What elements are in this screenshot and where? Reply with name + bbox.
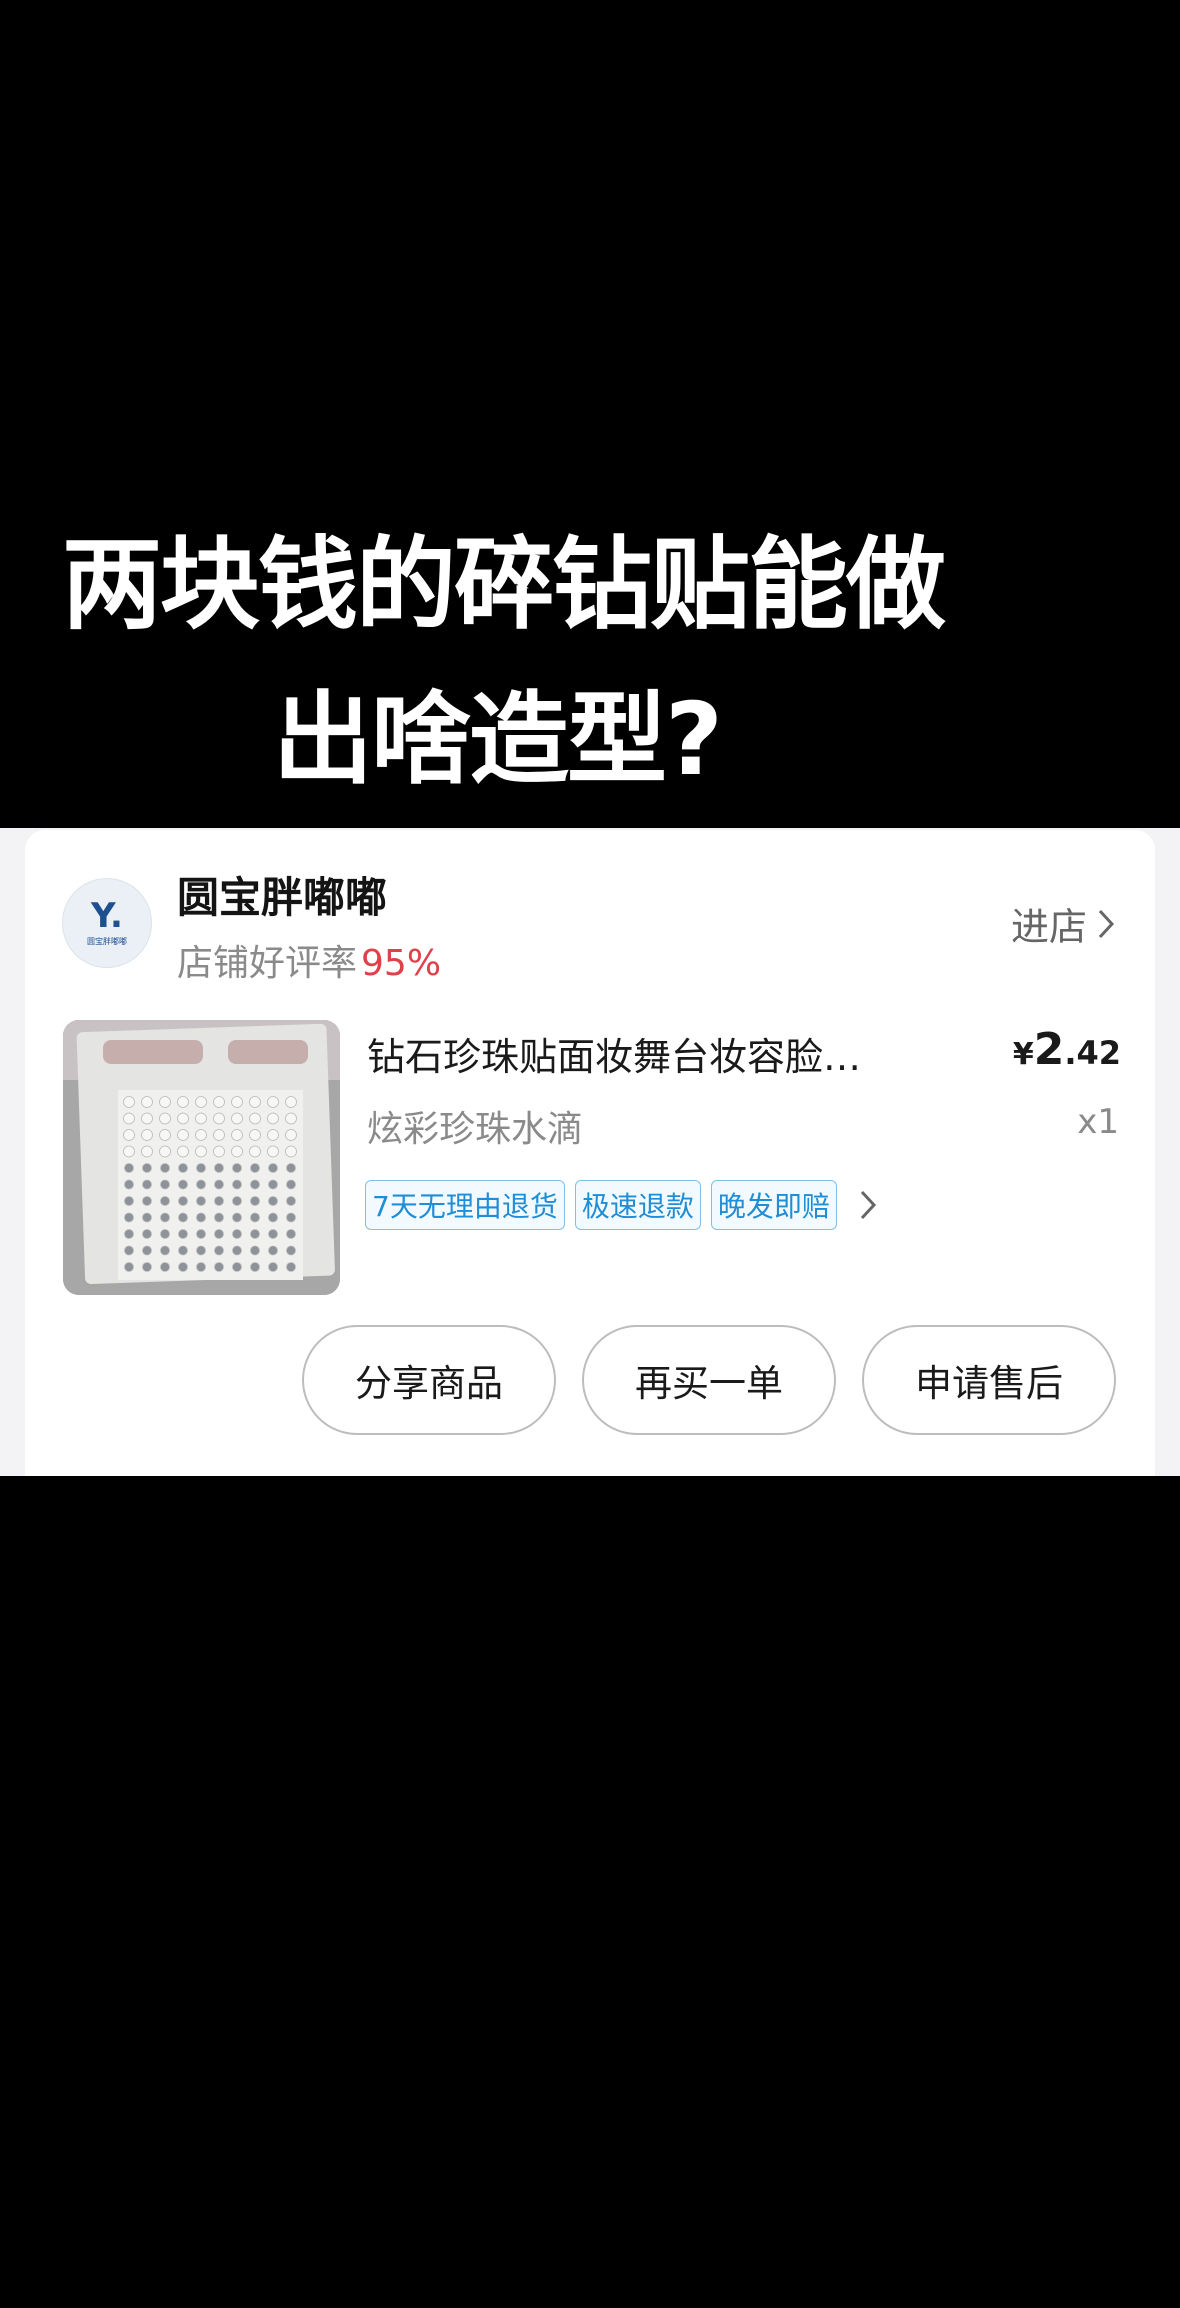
product-price: ¥2.42 <box>1013 1024 1121 1075</box>
after-sale-button[interactable]: 申请售后 <box>862 1325 1116 1435</box>
shop-logo-caption: 圆宝胖嘟嘟 <box>87 937 127 946</box>
product-image[interactable] <box>63 1020 340 1295</box>
tag-7day-return: 7天无理由退货 <box>365 1180 565 1230</box>
headline-line-1: 两块钱的碎钻贴能做 <box>62 526 946 643</box>
rating-value: 95% <box>361 943 442 984</box>
price-symbol: ¥ <box>1012 1037 1034 1072</box>
product-quantity: x1 <box>1077 1102 1119 1142</box>
chevron-right-icon[interactable] <box>859 1189 877 1221</box>
headline-line-2: 出啥造型? <box>273 681 723 798</box>
buy-again-button[interactable]: 再买一单 <box>582 1325 836 1435</box>
tag-fast-refund: 极速退款 <box>574 1180 701 1230</box>
product-variant: 炫彩珍珠水滴 <box>367 1109 584 1150</box>
shop-avatar[interactable]: Y. 圆宝胖嘟嘟 <box>62 878 152 968</box>
visit-shop-button[interactable]: 进店 <box>1011 896 1115 951</box>
service-tags[interactable]: 7天无理由退货 极速退款 晚发即赔 <box>365 1180 877 1230</box>
price-decimal: .42 <box>1064 1034 1121 1072</box>
price-integer: 2 <box>1033 1024 1065 1075</box>
share-product-button[interactable]: 分享商品 <box>302 1325 556 1435</box>
product-title[interactable]: 钻石珍珠贴面妆舞台妆容脸… <box>367 1026 967 1081</box>
rhinestone-sheet-image <box>63 1020 340 1295</box>
visit-shop-label: 进店 <box>1010 905 1087 949</box>
tag-late-compensation: 晚发即赔 <box>710 1180 837 1230</box>
shop-name[interactable]: 圆宝胖嘟嘟 <box>177 864 387 925</box>
chevron-right-icon <box>1098 909 1115 938</box>
rating-label: 店铺好评率 <box>177 943 358 984</box>
shop-logo-letter: Y. <box>91 896 123 936</box>
shop-rating: 店铺好评率 95% <box>177 934 441 986</box>
order-card: Y. 圆宝胖嘟嘟 圆宝胖嘟嘟 店铺好评率 95% 进店 钻石珍珠贴面妆舞台妆容脸…… <box>25 830 1155 1476</box>
